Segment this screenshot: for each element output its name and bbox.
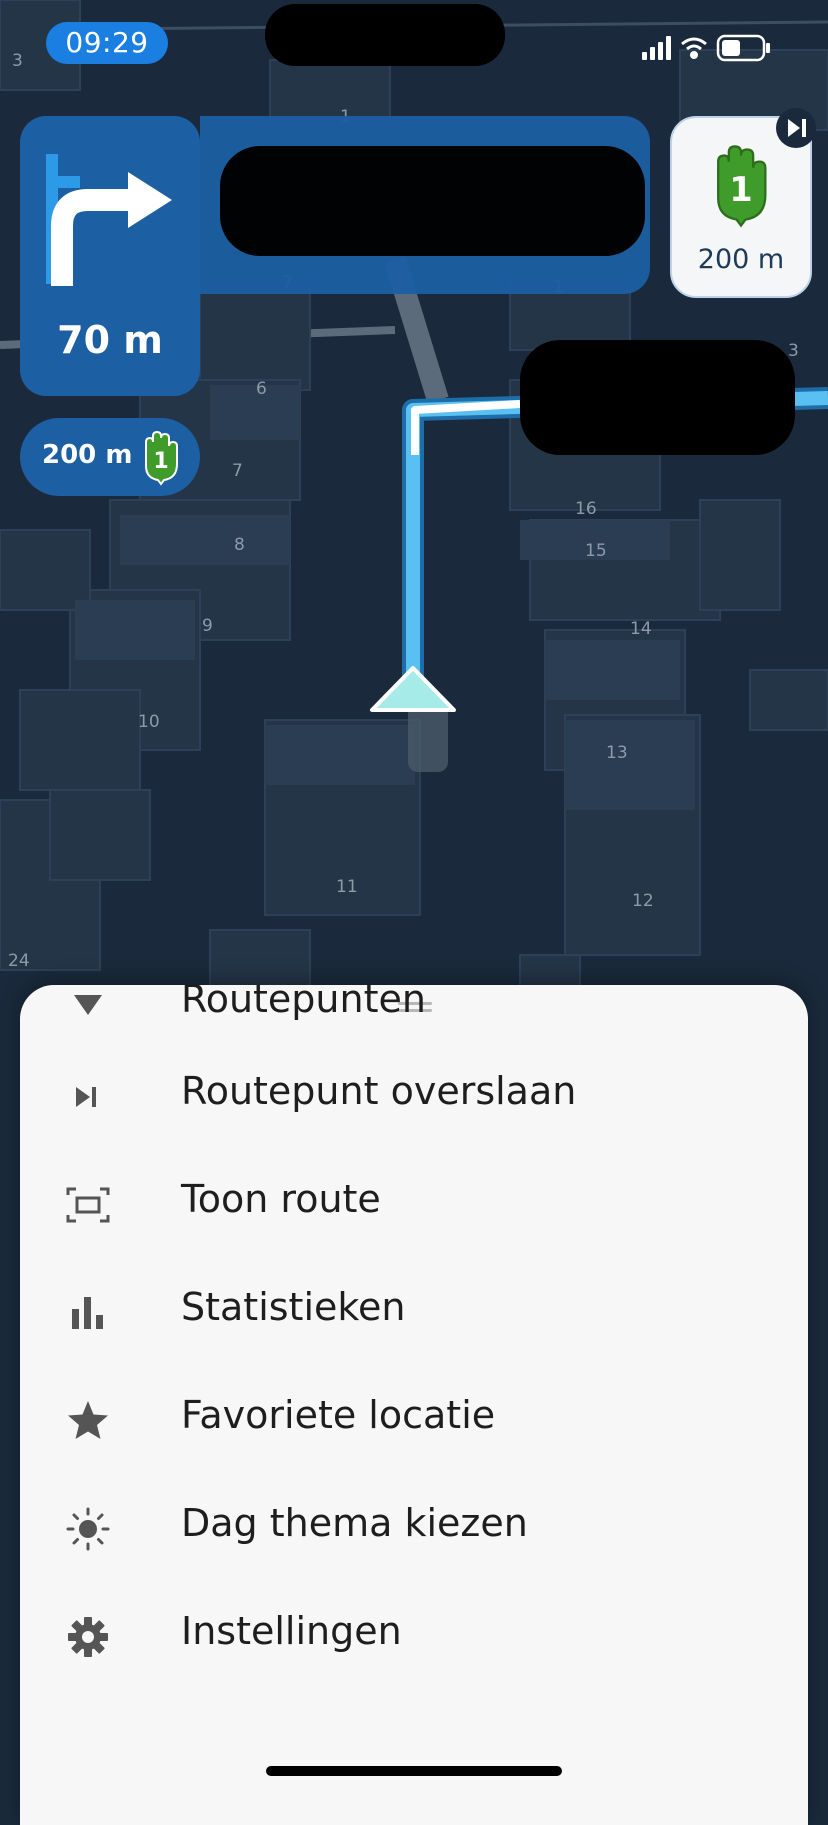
status-time: 09:29: [46, 22, 168, 64]
sun-icon: [66, 1507, 110, 1551]
skip-next-icon: [76, 1087, 96, 1107]
menu-item-statistics[interactable]: Statistieken: [20, 1259, 808, 1367]
house-number-label: 14: [630, 619, 652, 639]
svg-text:1: 1: [729, 170, 752, 209]
battery-icon: [716, 34, 770, 62]
maneuver-distance: 70 m: [57, 318, 163, 362]
menu-item-label: Instellingen: [181, 1609, 402, 1653]
menu-item-day-theme[interactable]: Dag thema kiezen: [20, 1475, 808, 1583]
redacted-area: [520, 340, 795, 455]
house-number-label: 8: [234, 535, 245, 555]
turn-right-icon: [46, 154, 172, 286]
house-number-label: 24: [8, 951, 30, 971]
bar-chart-icon: [72, 1297, 103, 1329]
menu-sheet[interactable]: Routepunten Routepunt overslaan Toon rou…: [20, 985, 808, 1825]
menu-item-label: Routepunten: [181, 985, 426, 1021]
stop-hand-icon: 1: [145, 430, 178, 486]
house-number-label: 11: [336, 877, 358, 897]
house-number-label: 13: [606, 743, 628, 763]
menu-item-settings[interactable]: Instellingen: [20, 1583, 808, 1691]
house-number-label: 15: [585, 541, 607, 561]
house-number-label: 9: [202, 616, 213, 636]
house-number-label: 7: [232, 461, 243, 481]
house-number-label: 6: [256, 379, 267, 399]
redacted-area: [265, 4, 505, 66]
skip-next-icon: [788, 119, 806, 137]
house-number-label: 12: [632, 891, 654, 911]
house-number-label: 10: [138, 712, 160, 732]
status-icons: [642, 34, 770, 62]
redacted-street-name: [220, 146, 645, 256]
route-overview-icon: [66, 1187, 110, 1223]
wifi-icon: [681, 37, 707, 59]
svg-text:1: 1: [153, 449, 168, 474]
gear-icon: [68, 1617, 108, 1657]
menu-item-skip-waypoint[interactable]: Routepunt overslaan: [20, 1043, 808, 1151]
cellular-signal-icon: [642, 36, 671, 60]
hazard-sign-distance: 200 m: [697, 244, 785, 275]
menu-item-label: Toon route: [181, 1177, 381, 1221]
skip-badge[interactable]: [776, 108, 816, 148]
next-hazard-pill[interactable]: 200 m 1: [20, 418, 200, 496]
menu-item-show-route[interactable]: Toon route: [20, 1151, 808, 1259]
menu-item-label: Dag thema kiezen: [181, 1501, 528, 1545]
house-number-label: 3: [788, 341, 799, 361]
street-name-card[interactable]: [200, 116, 650, 294]
stop-hand-icon: 1: [717, 145, 767, 228]
chevron-down-icon: [74, 995, 102, 1015]
star-icon: [68, 1401, 108, 1439]
home-indicator[interactable]: [266, 1766, 562, 1776]
next-hazard-distance: 200 m: [42, 440, 133, 470]
menu-item-favorite-location[interactable]: Favoriete locatie: [20, 1367, 808, 1475]
menu-item-label: Statistieken: [181, 1285, 406, 1329]
menu-item-label: Routepunt overslaan: [181, 1069, 577, 1113]
house-number-label: 16: [575, 499, 597, 519]
house-number-label: 3: [12, 51, 23, 71]
menu-item-label: Favoriete locatie: [181, 1393, 496, 1437]
